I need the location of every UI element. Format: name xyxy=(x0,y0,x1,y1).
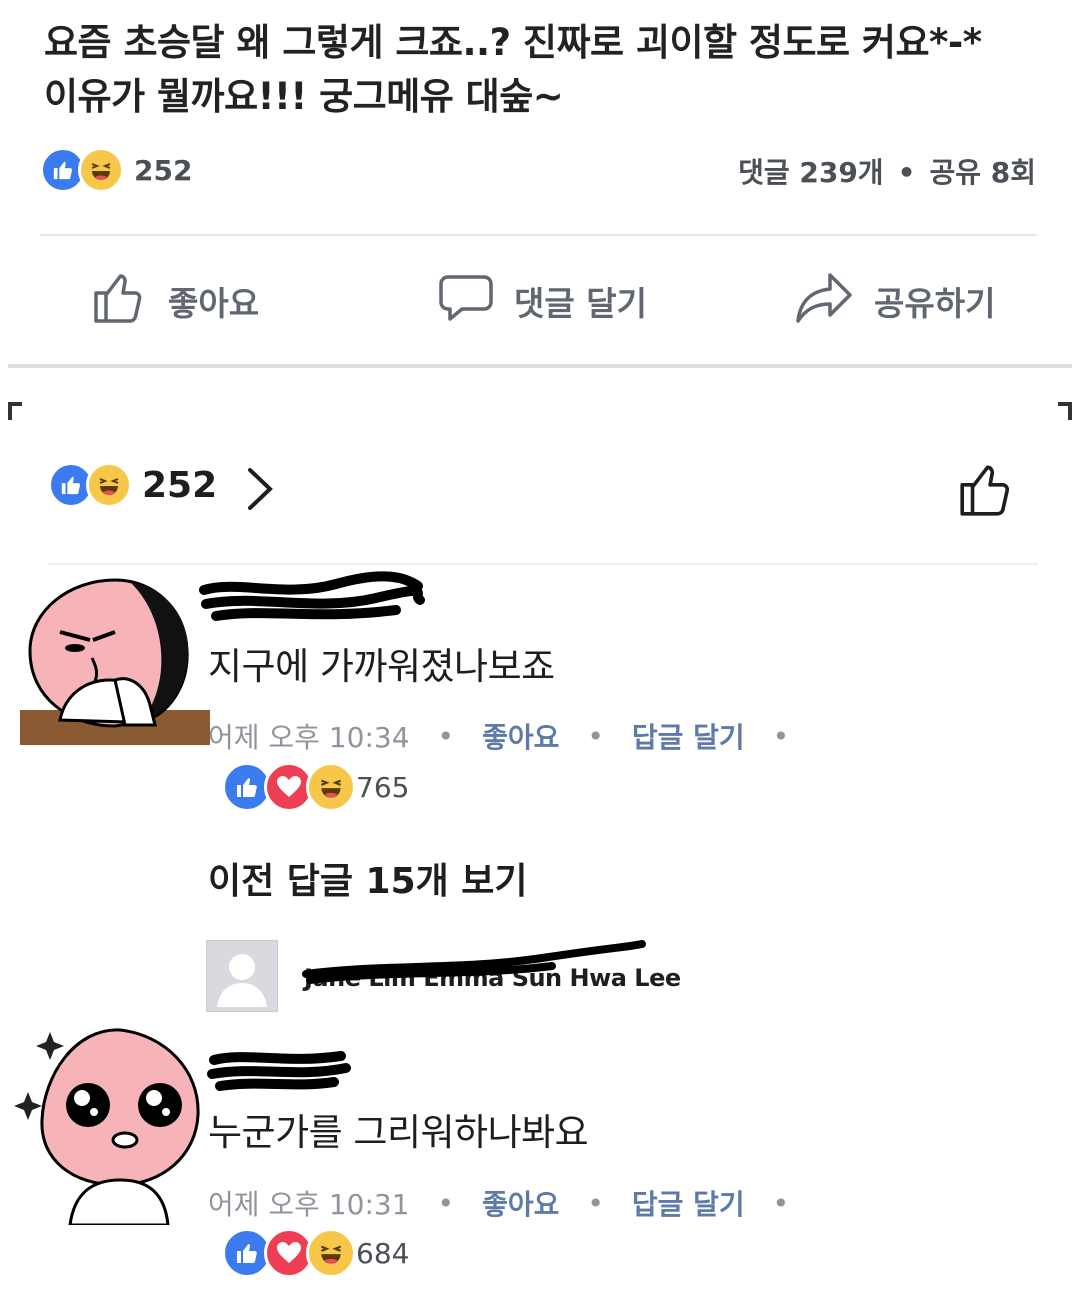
comment-reply-link[interactable]: 답글 달기 xyxy=(632,716,745,756)
shares-count-link[interactable]: 공유 8회 xyxy=(929,156,1036,189)
share-arrow-icon xyxy=(792,267,874,335)
thumbs-up-outline-icon[interactable] xyxy=(956,458,1018,524)
comment-like-link[interactable]: 좋아요 xyxy=(482,1183,559,1223)
comment-like-link[interactable]: 좋아요 xyxy=(482,716,559,756)
like-button[interactable]: 좋아요 xyxy=(90,258,259,344)
comment-text: 지구에 가까워졌나보죠 xyxy=(208,645,555,688)
post-text-line-2: 이유가 뭘까요!!! 궁그메유 대숲~ xyxy=(44,75,564,118)
thumbs-up-outline-icon xyxy=(90,267,168,335)
redaction-scribble xyxy=(302,940,646,984)
comment-meta: 어제 오후 10:31 • 좋아요 • 답글 달기 • xyxy=(208,1183,817,1223)
post-reactions[interactable]: 252 xyxy=(40,147,192,193)
haha-icon xyxy=(78,147,124,193)
comments-count-link[interactable]: 댓글 239개 xyxy=(738,156,883,189)
haha-icon xyxy=(306,762,356,812)
comment-timestamp: 어제 오후 10:34 xyxy=(208,721,410,754)
default-avatar-icon xyxy=(206,940,278,1012)
commenter-avatar[interactable] xyxy=(10,1020,210,1227)
comment-text: 누군가를 그리워하나봐요 xyxy=(208,1111,589,1154)
reply-preview[interactable]: Jane Lim Emma Sun Hwa Lee xyxy=(206,940,681,1016)
section-divider xyxy=(8,364,1072,368)
post-engagement-stats: 댓글 239개 • 공유 8회 xyxy=(738,151,1036,191)
share-button[interactable]: 공유하기 xyxy=(792,258,995,344)
comment-reaction-count: 684 xyxy=(356,1236,410,1270)
peach-character-sticker xyxy=(14,1028,200,1227)
comment-reply-link[interactable]: 답글 달기 xyxy=(632,1183,745,1223)
divider xyxy=(40,234,1036,236)
haha-icon xyxy=(306,1228,356,1278)
commenter-avatar[interactable] xyxy=(20,570,210,745)
separator-dot: • xyxy=(437,719,455,753)
post-text-line-1: 요즘 초승달 왜 그렇게 크죠..? 진짜로 괴이할 정도로 커요*-* xyxy=(44,21,982,64)
comment-reactions[interactable]: 684 xyxy=(222,1228,409,1278)
comment-reaction-count: 765 xyxy=(356,770,410,804)
separator-dot: • xyxy=(897,156,916,189)
screenshot-corner xyxy=(8,402,22,420)
haha-icon xyxy=(86,462,132,508)
post-summary-row: 252 댓글 239개 • 공유 8회 xyxy=(40,143,1036,199)
separator-dot: • xyxy=(587,719,604,753)
comments-header-reaction-count: 252 xyxy=(142,464,218,506)
separator-dot: • xyxy=(772,719,790,753)
comment-button[interactable]: 댓글 달기 xyxy=(436,258,647,344)
divider xyxy=(48,563,1038,565)
separator-dot: • xyxy=(437,1186,455,1220)
share-button-label: 공유하기 xyxy=(874,284,996,323)
comments-header-reactions[interactable]: 252 xyxy=(48,462,217,508)
redacted-username xyxy=(196,570,426,632)
comment-reactions[interactable]: 765 xyxy=(222,762,409,812)
post-action-bar: 좋아요 댓글 달기 공유하기 xyxy=(40,258,1036,344)
comments-header: 252 xyxy=(48,458,1018,520)
screenshot-corner xyxy=(1058,402,1072,420)
chevron-right-icon[interactable] xyxy=(244,464,278,518)
comment-timestamp: 어제 오후 10:31 xyxy=(208,1188,410,1221)
separator-dot: • xyxy=(772,1186,790,1220)
redacted-username xyxy=(206,1046,356,1100)
post-reaction-count: 252 xyxy=(134,153,193,187)
comment-meta: 어제 오후 10:34 • 좋아요 • 답글 달기 • xyxy=(208,716,817,756)
comment-bubble-icon xyxy=(436,267,514,335)
view-previous-replies-link[interactable]: 이전 답글 15개 보기 xyxy=(208,852,528,904)
comment-button-label: 댓글 달기 xyxy=(514,284,647,323)
separator-dot: • xyxy=(587,1186,604,1220)
peach-character-sticker xyxy=(20,578,210,745)
post-text: 요즘 초승달 왜 그렇게 크죠..? 진짜로 괴이할 정도로 커요*-* 이유가… xyxy=(44,16,1054,124)
like-button-label: 좋아요 xyxy=(168,284,260,323)
